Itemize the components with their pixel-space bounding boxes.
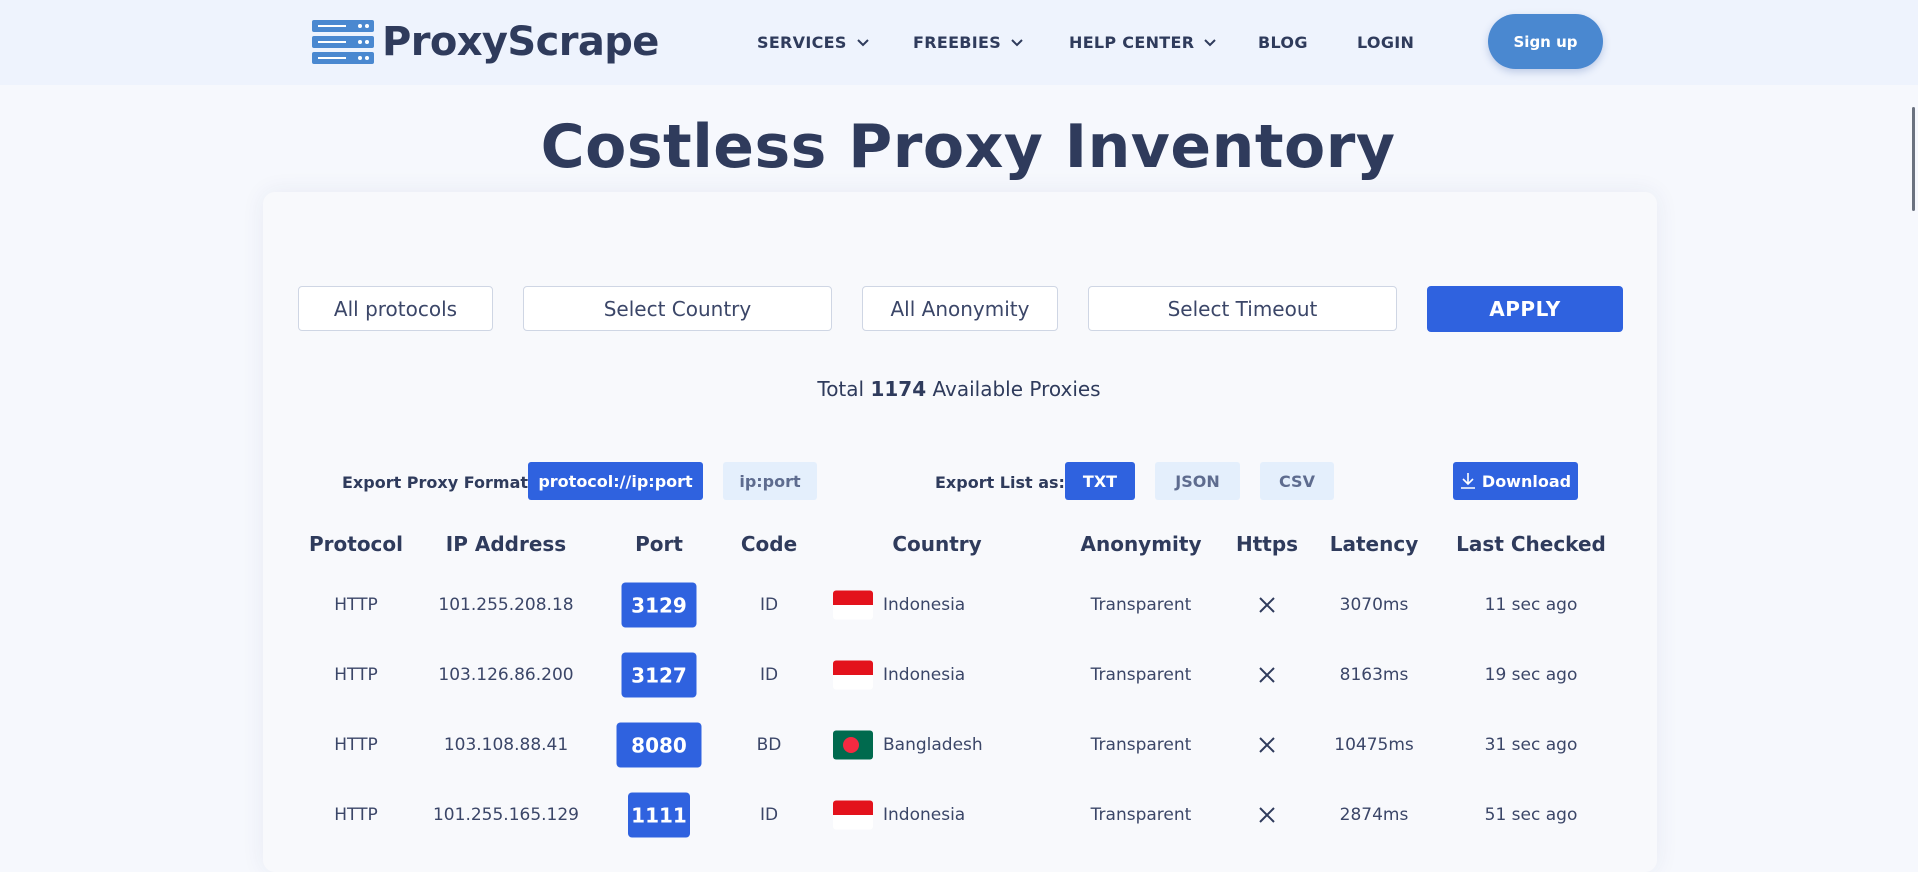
port-badge[interactable]: 1111 [628, 792, 690, 838]
port-badge[interactable]: 3129 [621, 582, 697, 628]
code-cell: ID [759, 805, 779, 825]
last-checked-cell: 11 sec ago [1484, 595, 1578, 615]
brand-logo[interactable]: ProxyScrape [312, 18, 659, 66]
anonymity-select[interactable]: All Anonymity [862, 286, 1058, 331]
protocol-cell: HTTP [334, 735, 378, 755]
format-protocol-ip-port-button[interactable]: protocol://ip:port [528, 462, 703, 500]
column-header-code[interactable]: Code [741, 532, 797, 556]
country-cell: Bangladesh [883, 735, 983, 755]
nav-help-center-label: HELP CENTER [1069, 33, 1195, 52]
anonymity-cell: Transparent [1090, 805, 1192, 825]
nav-freebies-label: FREEBIES [913, 33, 1002, 52]
table-row: HTTP 101.255.165.129 1111 ID Indonesia T… [0, 785, 1918, 845]
latency-cell: 10475ms [1334, 735, 1414, 755]
page-title: Costless Proxy Inventory [540, 112, 1396, 182]
x-icon [1259, 807, 1275, 823]
total-proxies: Total 1174 Available Proxies [0, 377, 1918, 401]
column-header-port[interactable]: Port [635, 532, 683, 556]
nav-services-label: SERVICES [757, 33, 847, 52]
nav-login[interactable]: LOGIN [1357, 0, 1414, 85]
top-navbar: ProxyScrape SERVICES FREEBIES HELP CENTE… [0, 0, 1918, 85]
last-checked-cell: 51 sec ago [1484, 805, 1578, 825]
bangladesh-flag-icon [833, 730, 873, 760]
nav-blog-label: BLOG [1258, 33, 1308, 52]
nav-help-center[interactable]: HELP CENTER [1069, 0, 1217, 85]
protocol-select[interactable]: All protocols [298, 286, 493, 331]
protocol-cell: HTTP [334, 595, 378, 615]
table-row: HTTP 103.126.86.200 3127 ID Indonesia Tr… [0, 645, 1918, 705]
ip-cell[interactable]: 101.255.165.129 [433, 805, 579, 825]
column-header-country[interactable]: Country [892, 532, 981, 556]
anonymity-cell: Transparent [1090, 665, 1192, 685]
timeout-select[interactable]: Select Timeout [1088, 286, 1397, 331]
chevron-down-icon [1011, 38, 1023, 46]
country-cell: Indonesia [883, 665, 966, 685]
export-txt-button[interactable]: TXT [1065, 462, 1135, 500]
code-cell: BD [756, 735, 782, 755]
chevron-down-icon [857, 38, 869, 46]
apply-button[interactable]: APPLY [1427, 286, 1623, 332]
column-header-last-checked[interactable]: Last Checked [1456, 532, 1606, 556]
port-badge[interactable]: 3127 [621, 652, 697, 698]
indonesia-flag-icon [833, 660, 873, 690]
country-cell: Indonesia [883, 805, 966, 825]
ip-cell[interactable]: 103.108.88.41 [444, 735, 568, 755]
server-stack-logo-icon [312, 20, 374, 64]
indonesia-flag-icon [833, 590, 873, 620]
format-ip-port-button[interactable]: ip:port [723, 462, 817, 500]
ip-cell[interactable]: 101.255.208.18 [438, 595, 573, 615]
country-cell: Indonesia [883, 595, 966, 615]
indonesia-flag-icon [833, 800, 873, 830]
nav-services[interactable]: SERVICES [757, 0, 869, 85]
export-csv-button[interactable]: CSV [1260, 462, 1334, 500]
total-prefix: Total [817, 377, 865, 401]
anonymity-cell: Transparent [1090, 735, 1192, 755]
country-select[interactable]: Select Country [523, 286, 832, 331]
x-icon [1259, 737, 1275, 753]
code-cell: ID [759, 595, 779, 615]
table-row: HTTP 103.108.88.41 8080 BD Bangladesh Tr… [0, 715, 1918, 775]
download-label: Download [1481, 471, 1572, 491]
latency-cell: 3070ms [1339, 595, 1409, 615]
export-json-button[interactable]: JSON [1155, 462, 1240, 500]
last-checked-cell: 31 sec ago [1484, 735, 1578, 755]
column-header-anonymity[interactable]: Anonymity [1080, 532, 1201, 556]
anonymity-cell: Transparent [1090, 595, 1192, 615]
ip-cell[interactable]: 103.126.86.200 [438, 665, 573, 685]
total-count: 1174 [870, 377, 927, 401]
brand-name: ProxyScrape [382, 19, 659, 65]
export-list-label: Export List as: [935, 473, 1065, 492]
table-row: HTTP 101.255.208.18 3129 ID Indonesia Tr… [0, 575, 1918, 635]
column-header-https[interactable]: Https [1236, 532, 1298, 556]
nav-freebies[interactable]: FREEBIES [913, 0, 1023, 85]
last-checked-cell: 19 sec ago [1484, 665, 1578, 685]
x-icon [1259, 667, 1275, 683]
column-header-ip-address[interactable]: IP Address [446, 532, 566, 556]
signup-button[interactable]: Sign up [1488, 14, 1603, 69]
chevron-down-icon [1204, 38, 1217, 46]
x-icon [1259, 597, 1275, 613]
code-cell: ID [759, 665, 779, 685]
protocol-cell: HTTP [334, 665, 378, 685]
latency-cell: 2874ms [1339, 805, 1409, 825]
protocol-cell: HTTP [334, 805, 378, 825]
port-badge[interactable]: 8080 [616, 722, 702, 768]
nav-blog[interactable]: BLOG [1258, 0, 1308, 85]
download-icon [1460, 473, 1475, 489]
download-button[interactable]: Download [1453, 462, 1578, 500]
total-suffix: Available Proxies [932, 377, 1101, 401]
latency-cell: 8163ms [1339, 665, 1409, 685]
column-header-latency[interactable]: Latency [1330, 532, 1419, 556]
column-header-protocol[interactable]: Protocol [309, 532, 403, 556]
nav-login-label: LOGIN [1357, 33, 1415, 52]
export-format-label: Export Proxy Format: [342, 473, 535, 492]
